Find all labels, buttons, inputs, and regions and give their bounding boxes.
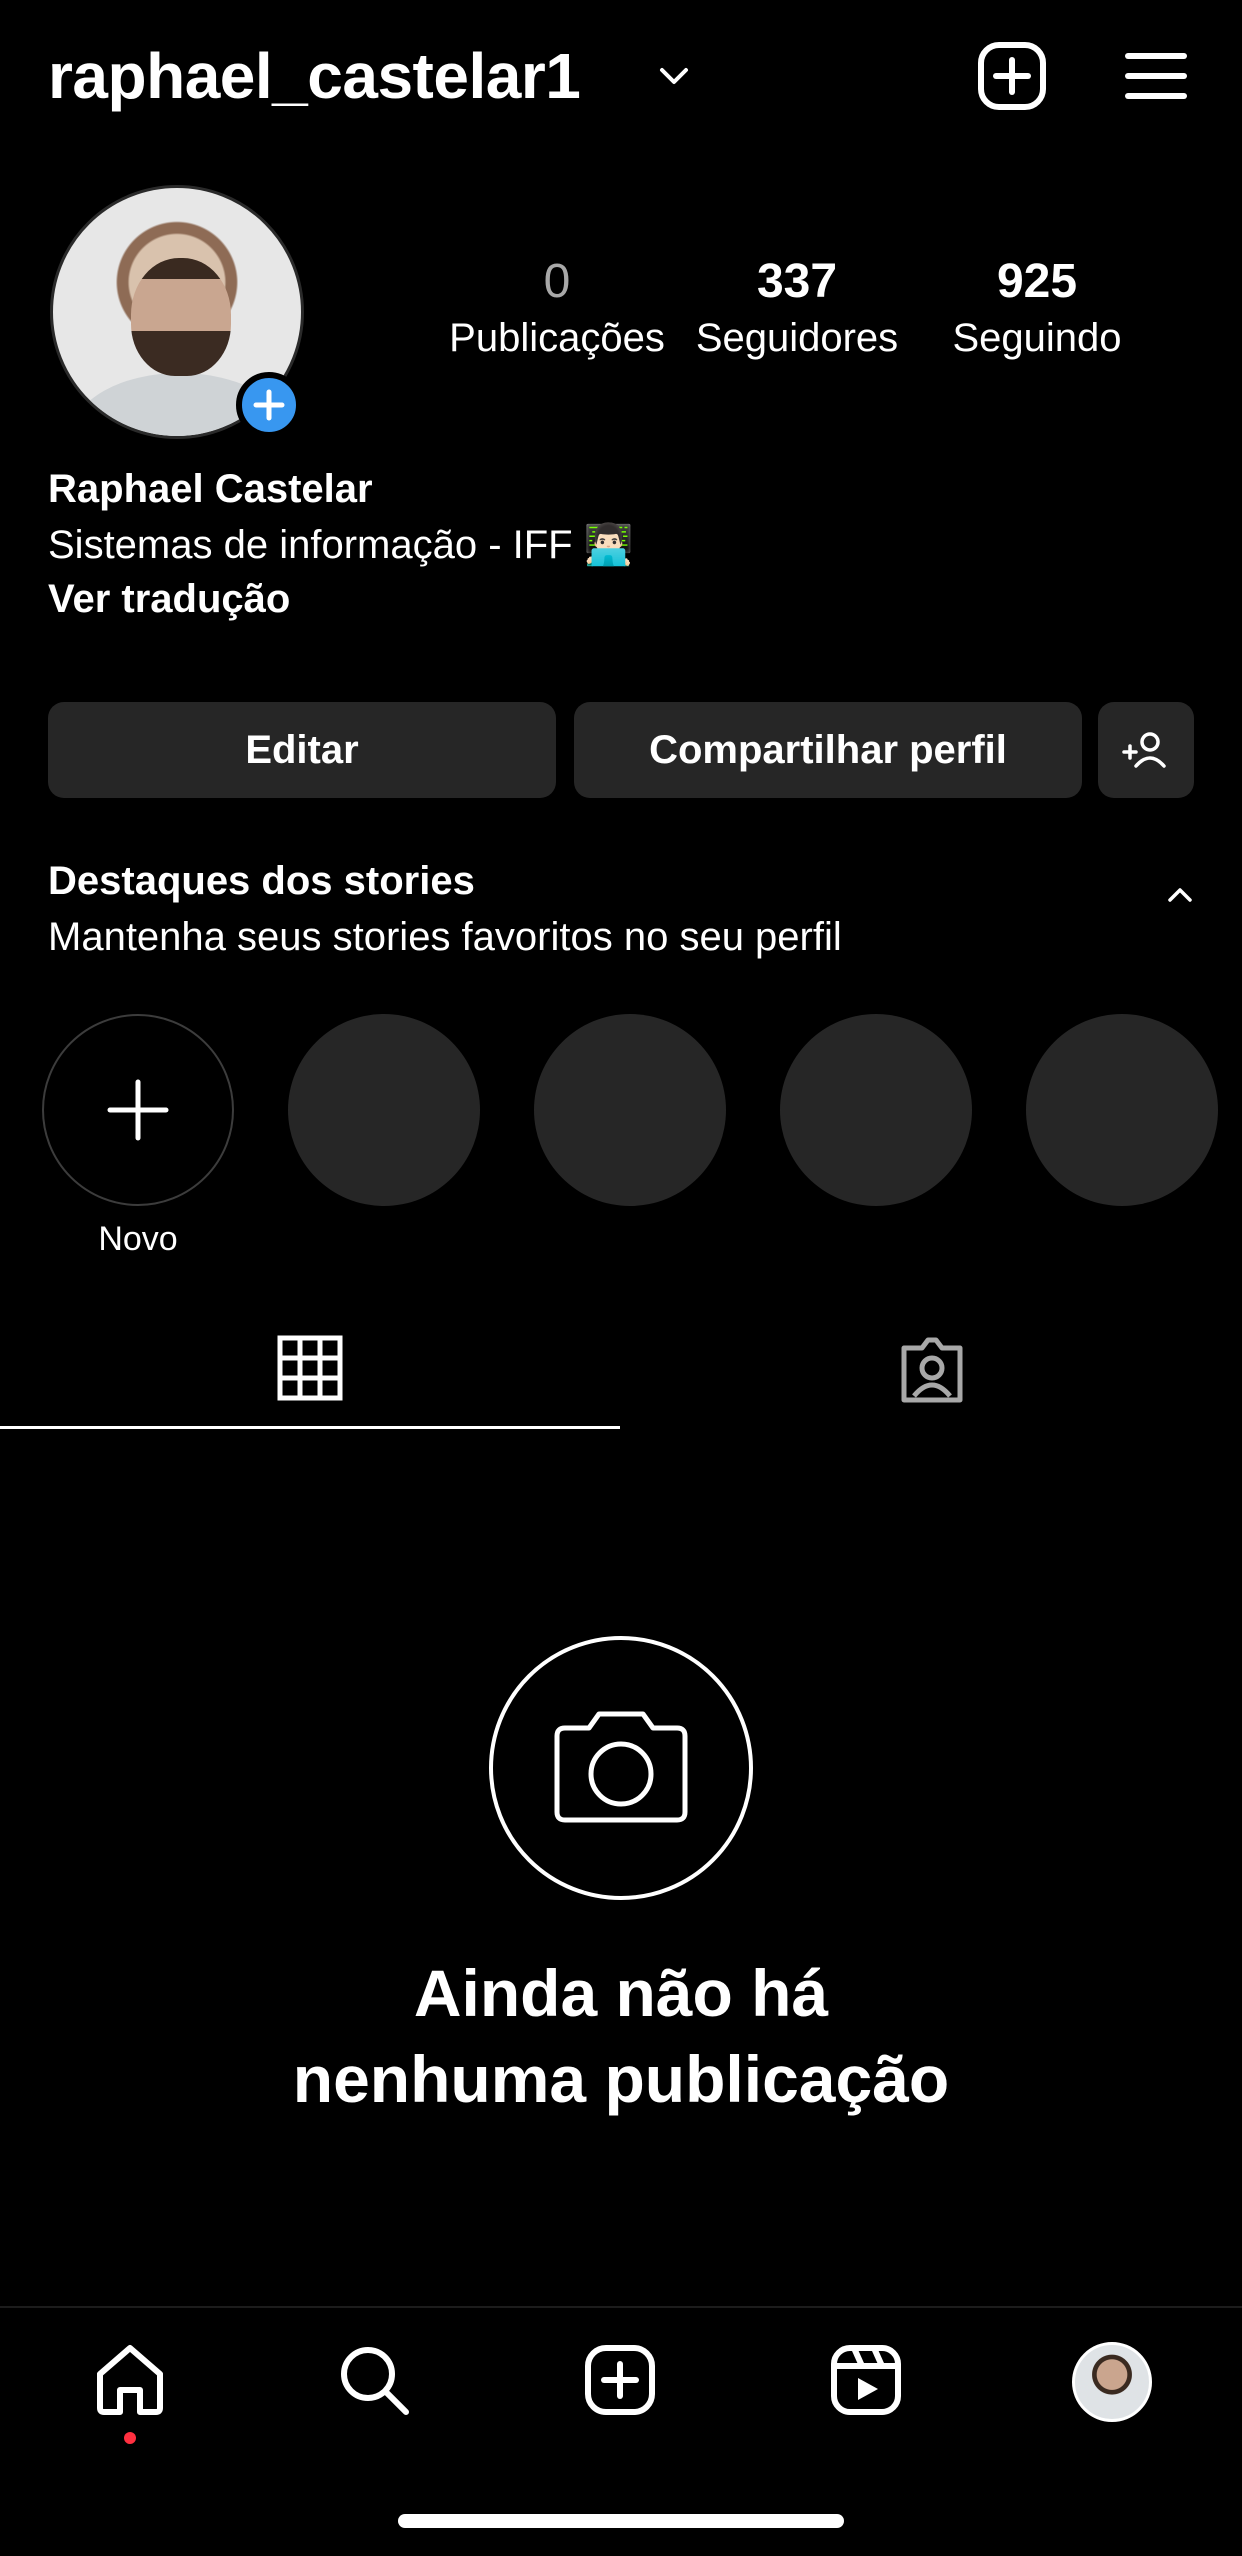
menu-icon[interactable] <box>1124 44 1188 108</box>
discover-people-button[interactable] <box>1098 702 1194 798</box>
home-icon[interactable] <box>92 2342 168 2418</box>
highlight-placeholder <box>534 1014 726 1206</box>
add-story-badge[interactable] <box>236 372 302 438</box>
plus-icon <box>107 1079 169 1141</box>
profile-username[interactable]: raphael_castelar1 <box>48 32 581 120</box>
chevron-down-icon[interactable] <box>656 58 692 94</box>
stat-followers-value: 337 <box>756 255 838 308</box>
highlight-placeholder <box>1026 1014 1218 1206</box>
new-highlight-button[interactable] <box>42 1014 234 1206</box>
empty-state-title: Ainda não há nenhuma publicação <box>0 1950 1242 2122</box>
stat-following-value: 925 <box>996 255 1078 308</box>
camera-ring <box>489 1636 753 1900</box>
stat-following[interactable]: 925 Seguindo <box>922 252 1152 364</box>
stat-posts-label: Publicações <box>449 316 665 360</box>
add-person-icon <box>1122 732 1166 768</box>
profile-avatar-nav[interactable] <box>1072 2342 1152 2422</box>
bottom-nav-divider <box>0 2306 1242 2308</box>
highlights-subtitle: Mantenha seus stories favoritos no seu p… <box>48 915 842 959</box>
see-translation-link[interactable]: Ver tradução <box>48 572 290 626</box>
profile-full-name: Raphael Castelar <box>48 467 373 511</box>
notification-dot <box>124 2432 136 2444</box>
highlights-title[interactable]: Destaques dos stories <box>48 854 475 908</box>
new-highlight-label: Novo <box>98 1220 178 1258</box>
active-tab-indicator <box>0 1426 620 1429</box>
reels-icon[interactable] <box>828 2342 904 2418</box>
tagged-icon[interactable] <box>896 1334 968 1406</box>
new-post-icon[interactable] <box>976 40 1048 112</box>
stat-posts[interactable]: 0 Publicações <box>442 252 672 364</box>
grid-icon[interactable] <box>276 1334 344 1402</box>
home-indicator <box>398 2514 844 2528</box>
stat-posts-value: 0 <box>543 255 571 308</box>
highlight-placeholder <box>780 1014 972 1206</box>
profile-bio: Sistemas de informação - IFF 👨🏻‍💻 <box>48 523 634 567</box>
camera-icon <box>554 1711 688 1823</box>
edit-profile-button[interactable]: Editar <box>48 702 556 798</box>
create-icon[interactable] <box>582 2342 658 2418</box>
empty-state-line-2: nenhuma publicação <box>292 2042 950 2116</box>
stat-followers-label: Seguidores <box>695 316 899 360</box>
plus-icon <box>253 389 285 421</box>
empty-state-line-1: Ainda não há <box>413 1956 829 2030</box>
chevron-up-icon[interactable] <box>1160 874 1200 914</box>
avatar-face <box>131 258 231 376</box>
stat-following-label: Seguindo <box>952 316 1122 360</box>
highlight-placeholder <box>288 1014 480 1206</box>
search-icon[interactable] <box>336 2342 412 2418</box>
share-profile-button[interactable]: Compartilhar perfil <box>574 702 1082 798</box>
stat-followers[interactable]: 337 Seguidores <box>682 252 912 364</box>
